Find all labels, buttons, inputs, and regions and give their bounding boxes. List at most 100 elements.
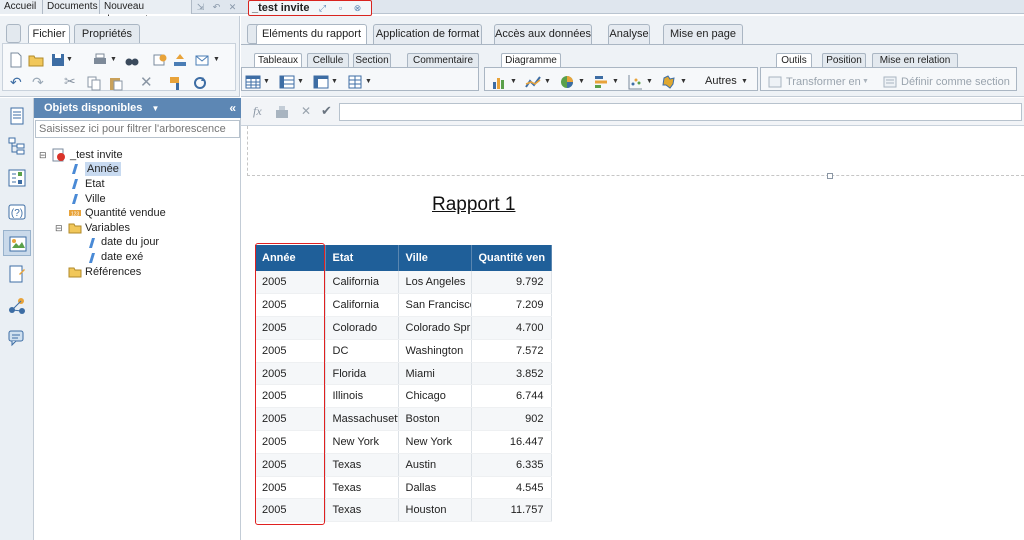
subtab-cellule[interactable]: Cellule bbox=[307, 53, 349, 67]
cell-annee[interactable]: 2005 bbox=[255, 316, 326, 340]
comments-icon[interactable] bbox=[7, 328, 27, 348]
cell-ville[interactable]: San Francisco bbox=[398, 293, 472, 318]
print-icon[interactable] bbox=[92, 52, 108, 68]
transform-dropdown-icon[interactable]: ▼ bbox=[862, 78, 869, 85]
save-dropdown-arrow-icon[interactable]: ▼ bbox=[66, 56, 73, 63]
cell-quantite[interactable]: 902 bbox=[471, 407, 552, 432]
map-chart-dropdown-icon[interactable]: ▼ bbox=[680, 78, 687, 85]
active-document-tab[interactable]: _test invite ⤢ ▫ ⊗ bbox=[248, 0, 372, 16]
scatter-chart-icon[interactable] bbox=[627, 74, 643, 90]
line-chart-icon[interactable] bbox=[525, 74, 541, 90]
cell-ville[interactable]: Miami bbox=[398, 362, 472, 386]
tree-root-label[interactable]: _test invite bbox=[70, 148, 123, 162]
table-row[interactable]: 2005 California Los Angeles 9.792 bbox=[255, 271, 552, 295]
horizontal-bar-icon[interactable] bbox=[593, 74, 609, 90]
crosstab-icon[interactable] bbox=[313, 74, 329, 90]
history-icon[interactable] bbox=[152, 52, 168, 68]
tab-application-de-format[interactable]: Application de format bbox=[373, 24, 482, 44]
close-document-icon[interactable]: ⊗ bbox=[353, 4, 362, 13]
cell-etat[interactable]: Illinois bbox=[325, 384, 399, 409]
chart-more-dropdown-icon[interactable]: ▼ bbox=[741, 78, 748, 85]
cell-annee[interactable]: 2005 bbox=[255, 384, 326, 409]
delete-icon[interactable]: ✕ bbox=[140, 73, 153, 91]
horizontal-bar-dropdown-icon[interactable]: ▼ bbox=[612, 78, 619, 85]
print-dropdown-arrow-icon[interactable]: ▼ bbox=[110, 56, 117, 63]
page-header-zone[interactable] bbox=[247, 126, 1024, 176]
tree-item-ville[interactable]: Ville bbox=[85, 192, 106, 206]
cell-annee[interactable]: 2005 bbox=[255, 498, 326, 523]
cell-ville[interactable]: Austin bbox=[398, 453, 472, 477]
tree-variable-date-exe[interactable]: date exé bbox=[101, 250, 143, 264]
subtab-section[interactable]: Section bbox=[353, 53, 391, 67]
cell-annee[interactable]: 2005 bbox=[255, 476, 326, 500]
cell-annee[interactable]: 2005 bbox=[255, 362, 326, 386]
prompt-icon[interactable]: (?) bbox=[7, 202, 27, 222]
cell-ville[interactable]: Los Angeles bbox=[398, 271, 472, 295]
form-table-dropdown-icon[interactable]: ▼ bbox=[365, 78, 372, 85]
tree-item-annee[interactable]: Année bbox=[85, 162, 121, 176]
variable-editor-icon[interactable] bbox=[275, 105, 289, 119]
cell-etat[interactable]: Texas bbox=[325, 476, 399, 500]
input-controls-icon[interactable] bbox=[7, 168, 27, 188]
new-document-icon[interactable] bbox=[8, 52, 24, 68]
cancel-formula-icon[interactable]: ✕ bbox=[301, 104, 311, 118]
table-row[interactable]: 2005 Texas Houston 11.757 bbox=[255, 498, 552, 523]
data-linking-icon[interactable] bbox=[7, 296, 27, 316]
tab-accueil[interactable]: Accueil bbox=[0, 0, 43, 14]
cell-etat[interactable]: New York bbox=[325, 430, 399, 454]
table-row[interactable]: 2005 California San Francisco 7.209 bbox=[255, 293, 552, 318]
open-folder-icon[interactable] bbox=[28, 52, 44, 68]
detach-icon[interactable]: ⤢ bbox=[318, 4, 327, 13]
export-icon[interactable] bbox=[172, 52, 188, 68]
cell-quantite[interactable]: 3.852 bbox=[471, 362, 552, 386]
mail-dropdown-arrow-icon[interactable]: ▼ bbox=[213, 56, 220, 63]
transform-icon[interactable] bbox=[767, 74, 783, 90]
formula-editor-icon[interactable]: fx bbox=[253, 104, 262, 119]
cell-ville[interactable]: New York bbox=[398, 430, 472, 454]
form-table-icon[interactable] bbox=[347, 74, 363, 90]
tree-collapse-root-icon[interactable]: ⊟ bbox=[39, 148, 47, 162]
report-map-icon[interactable] bbox=[7, 136, 27, 156]
report-table[interactable]: Année Etat Ville Quantité ven 2005 Califo… bbox=[255, 245, 552, 523]
crosstab-dropdown-icon[interactable]: ▼ bbox=[331, 78, 338, 85]
cell-etat[interactable]: Texas bbox=[325, 453, 399, 477]
copy-icon[interactable] bbox=[86, 75, 102, 91]
tab-acces-aux-donnees[interactable]: Accès aux données bbox=[494, 24, 592, 44]
subtab-outils[interactable]: Outils bbox=[776, 53, 812, 67]
cell-ville[interactable]: Colorado Springs bbox=[398, 316, 472, 340]
tree-collapse-variables-icon[interactable]: ⊟ bbox=[55, 221, 63, 235]
table-row[interactable]: 2005 New York New York 16.447 bbox=[255, 430, 552, 454]
pin-icon[interactable]: ⇲ bbox=[196, 3, 205, 12]
horizontal-table-icon[interactable] bbox=[279, 74, 295, 90]
cell-etat[interactable]: Colorado bbox=[325, 316, 399, 340]
pie-chart-icon[interactable] bbox=[559, 74, 575, 90]
tree-item-quantite-vendue[interactable]: Quantité vendue bbox=[85, 206, 166, 220]
cell-etat[interactable]: California bbox=[325, 271, 399, 295]
formula-input[interactable] bbox=[339, 103, 1022, 121]
cell-ville[interactable]: Dallas bbox=[398, 476, 472, 500]
cell-ville[interactable]: Houston bbox=[398, 498, 472, 523]
send-mail-icon[interactable] bbox=[194, 52, 210, 68]
transform-label[interactable]: Transformer en bbox=[786, 76, 861, 88]
cell-annee[interactable]: 2005 bbox=[255, 293, 326, 318]
table-row[interactable]: 2005 Illinois Chicago 6.744 bbox=[255, 384, 552, 409]
table-row[interactable]: 2005ColoradoColorado Springs4.700 bbox=[255, 316, 552, 340]
table-row[interactable]: 2005 DC Washington 7.572 bbox=[255, 339, 552, 363]
tree-references-label[interactable]: Références bbox=[85, 265, 141, 279]
subtab-mise-en-relation[interactable]: Mise en relation bbox=[872, 53, 958, 67]
subtab-position[interactable]: Position bbox=[822, 53, 866, 67]
tab-documents[interactable]: Documents bbox=[43, 0, 100, 14]
tree-filter-input[interactable] bbox=[35, 120, 240, 138]
document-summary-icon[interactable] bbox=[7, 106, 27, 126]
tab-elements-du-rapport[interactable]: Eléments du rapport bbox=[256, 24, 367, 45]
subtab-commentaire[interactable]: Commentaire bbox=[407, 53, 479, 67]
tab-analyse[interactable]: Analyse bbox=[608, 24, 650, 44]
cell-quantite[interactable]: 7.572 bbox=[471, 339, 552, 363]
column-header-ville[interactable]: Ville bbox=[398, 245, 472, 271]
bar-chart-icon[interactable] bbox=[491, 74, 507, 90]
redo-icon[interactable]: ↷ bbox=[32, 74, 44, 91]
cell-quantite[interactable]: 4.700 bbox=[471, 316, 552, 340]
define-section-icon[interactable] bbox=[882, 74, 898, 90]
subtab-tableaux[interactable]: Tableaux bbox=[254, 53, 302, 67]
undo-small-icon[interactable]: ↶ bbox=[212, 3, 221, 12]
